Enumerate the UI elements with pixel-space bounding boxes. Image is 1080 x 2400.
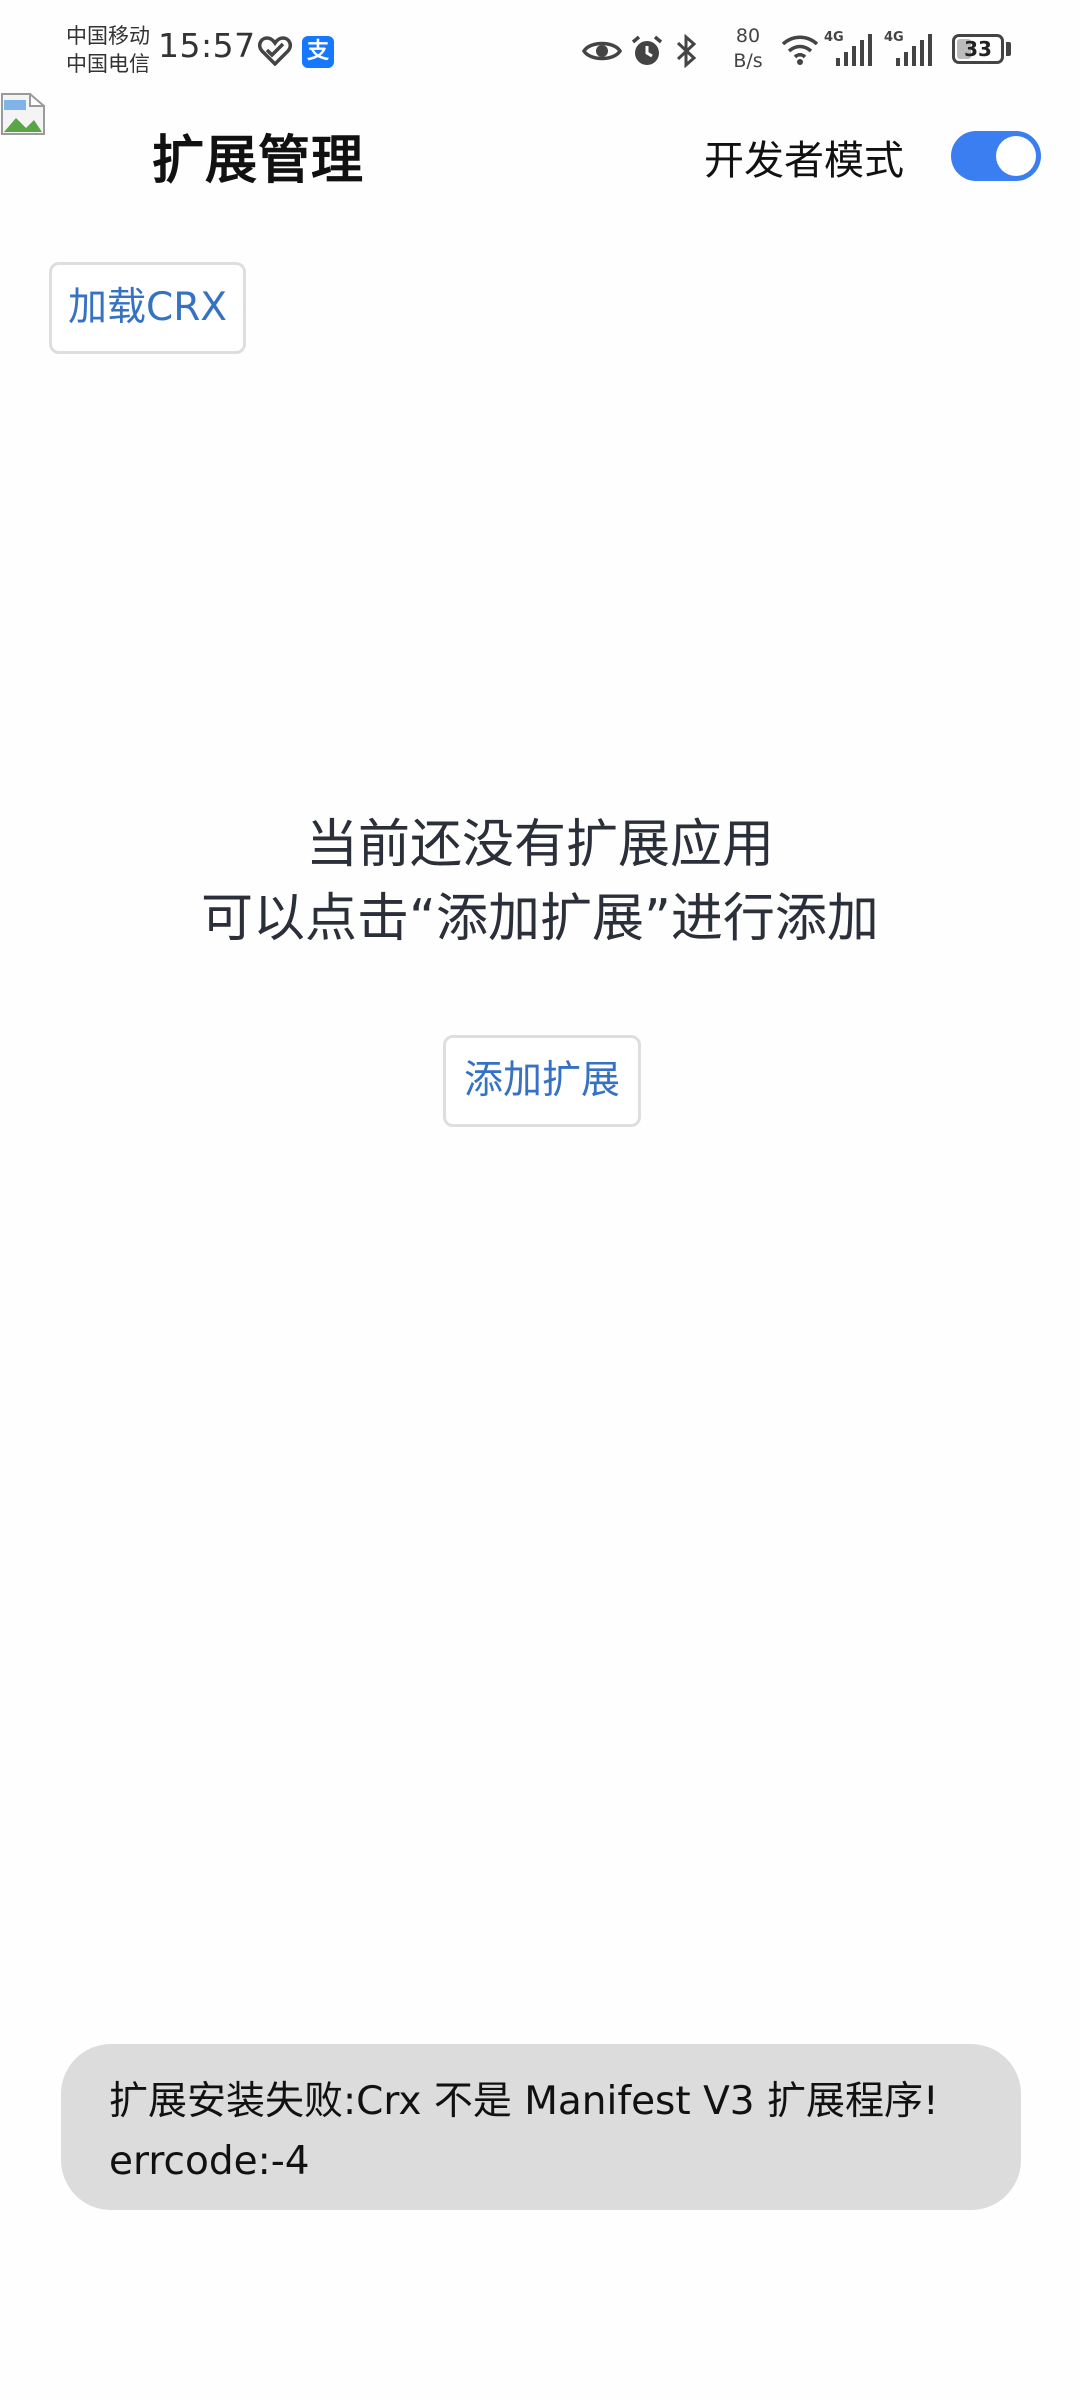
bluetooth-icon [676,34,697,68]
net-speed-value: 80 [735,25,761,47]
empty-state-line-2: 可以点击“添加扩展”进行添加 [201,889,879,949]
heart-health-icon [258,36,292,66]
signal-icon [836,34,872,66]
alarm-icon [631,35,663,65]
battery-tip [1006,42,1011,56]
battery-icon: 33 [952,34,1004,64]
load-crx-button[interactable]: 加载CRX [49,262,246,354]
toggle-knob [996,136,1036,176]
eye-icon [582,41,622,61]
net-speed-unit: B/s [733,50,763,72]
toast-message-line-1: 扩展安装失败:Crx 不是 Manifest V3 扩展程序! [109,2079,939,2124]
carrier-names: 中国移动 中国电信 [66,22,150,78]
signal-icon [896,34,932,66]
status-bar: 中国移动 中国电信 15:57 支 80 B/s 4G 4G 33 [0,0,1080,88]
battery-level: 33 [964,37,992,61]
carrier-2: 中国电信 [66,52,150,76]
error-toast: 扩展安装失败:Crx 不是 Manifest V3 扩展程序! errcode:… [61,2044,1021,2210]
broken-image-icon[interactable] [0,92,46,136]
net-speed-readout: 80 B/s [728,24,768,74]
add-extension-button[interactable]: 添加扩展 [443,1035,641,1127]
clock: 15:57 [158,26,256,65]
page-title: 扩展管理 [152,131,365,191]
developer-mode-toggle[interactable] [951,131,1041,181]
signal-strength-1: 4G [824,30,874,68]
wifi-icon [781,35,819,65]
extension-manager-screen: 中国移动 中国电信 15:57 支 80 B/s 4G 4G 33 扩展管理 开… [0,0,1080,2400]
toast-message-line-2: errcode:-4 [109,2139,310,2184]
alipay-icon: 支 [302,36,334,68]
empty-state-message: 当前还没有扩展应用 可以点击“添加扩展”进行添加 [0,808,1080,956]
empty-state-line-1: 当前还没有扩展应用 [305,815,774,875]
developer-mode-label: 开发者模式 [704,138,904,184]
signal-strength-2: 4G [884,30,934,68]
carrier-1: 中国移动 [66,24,150,48]
